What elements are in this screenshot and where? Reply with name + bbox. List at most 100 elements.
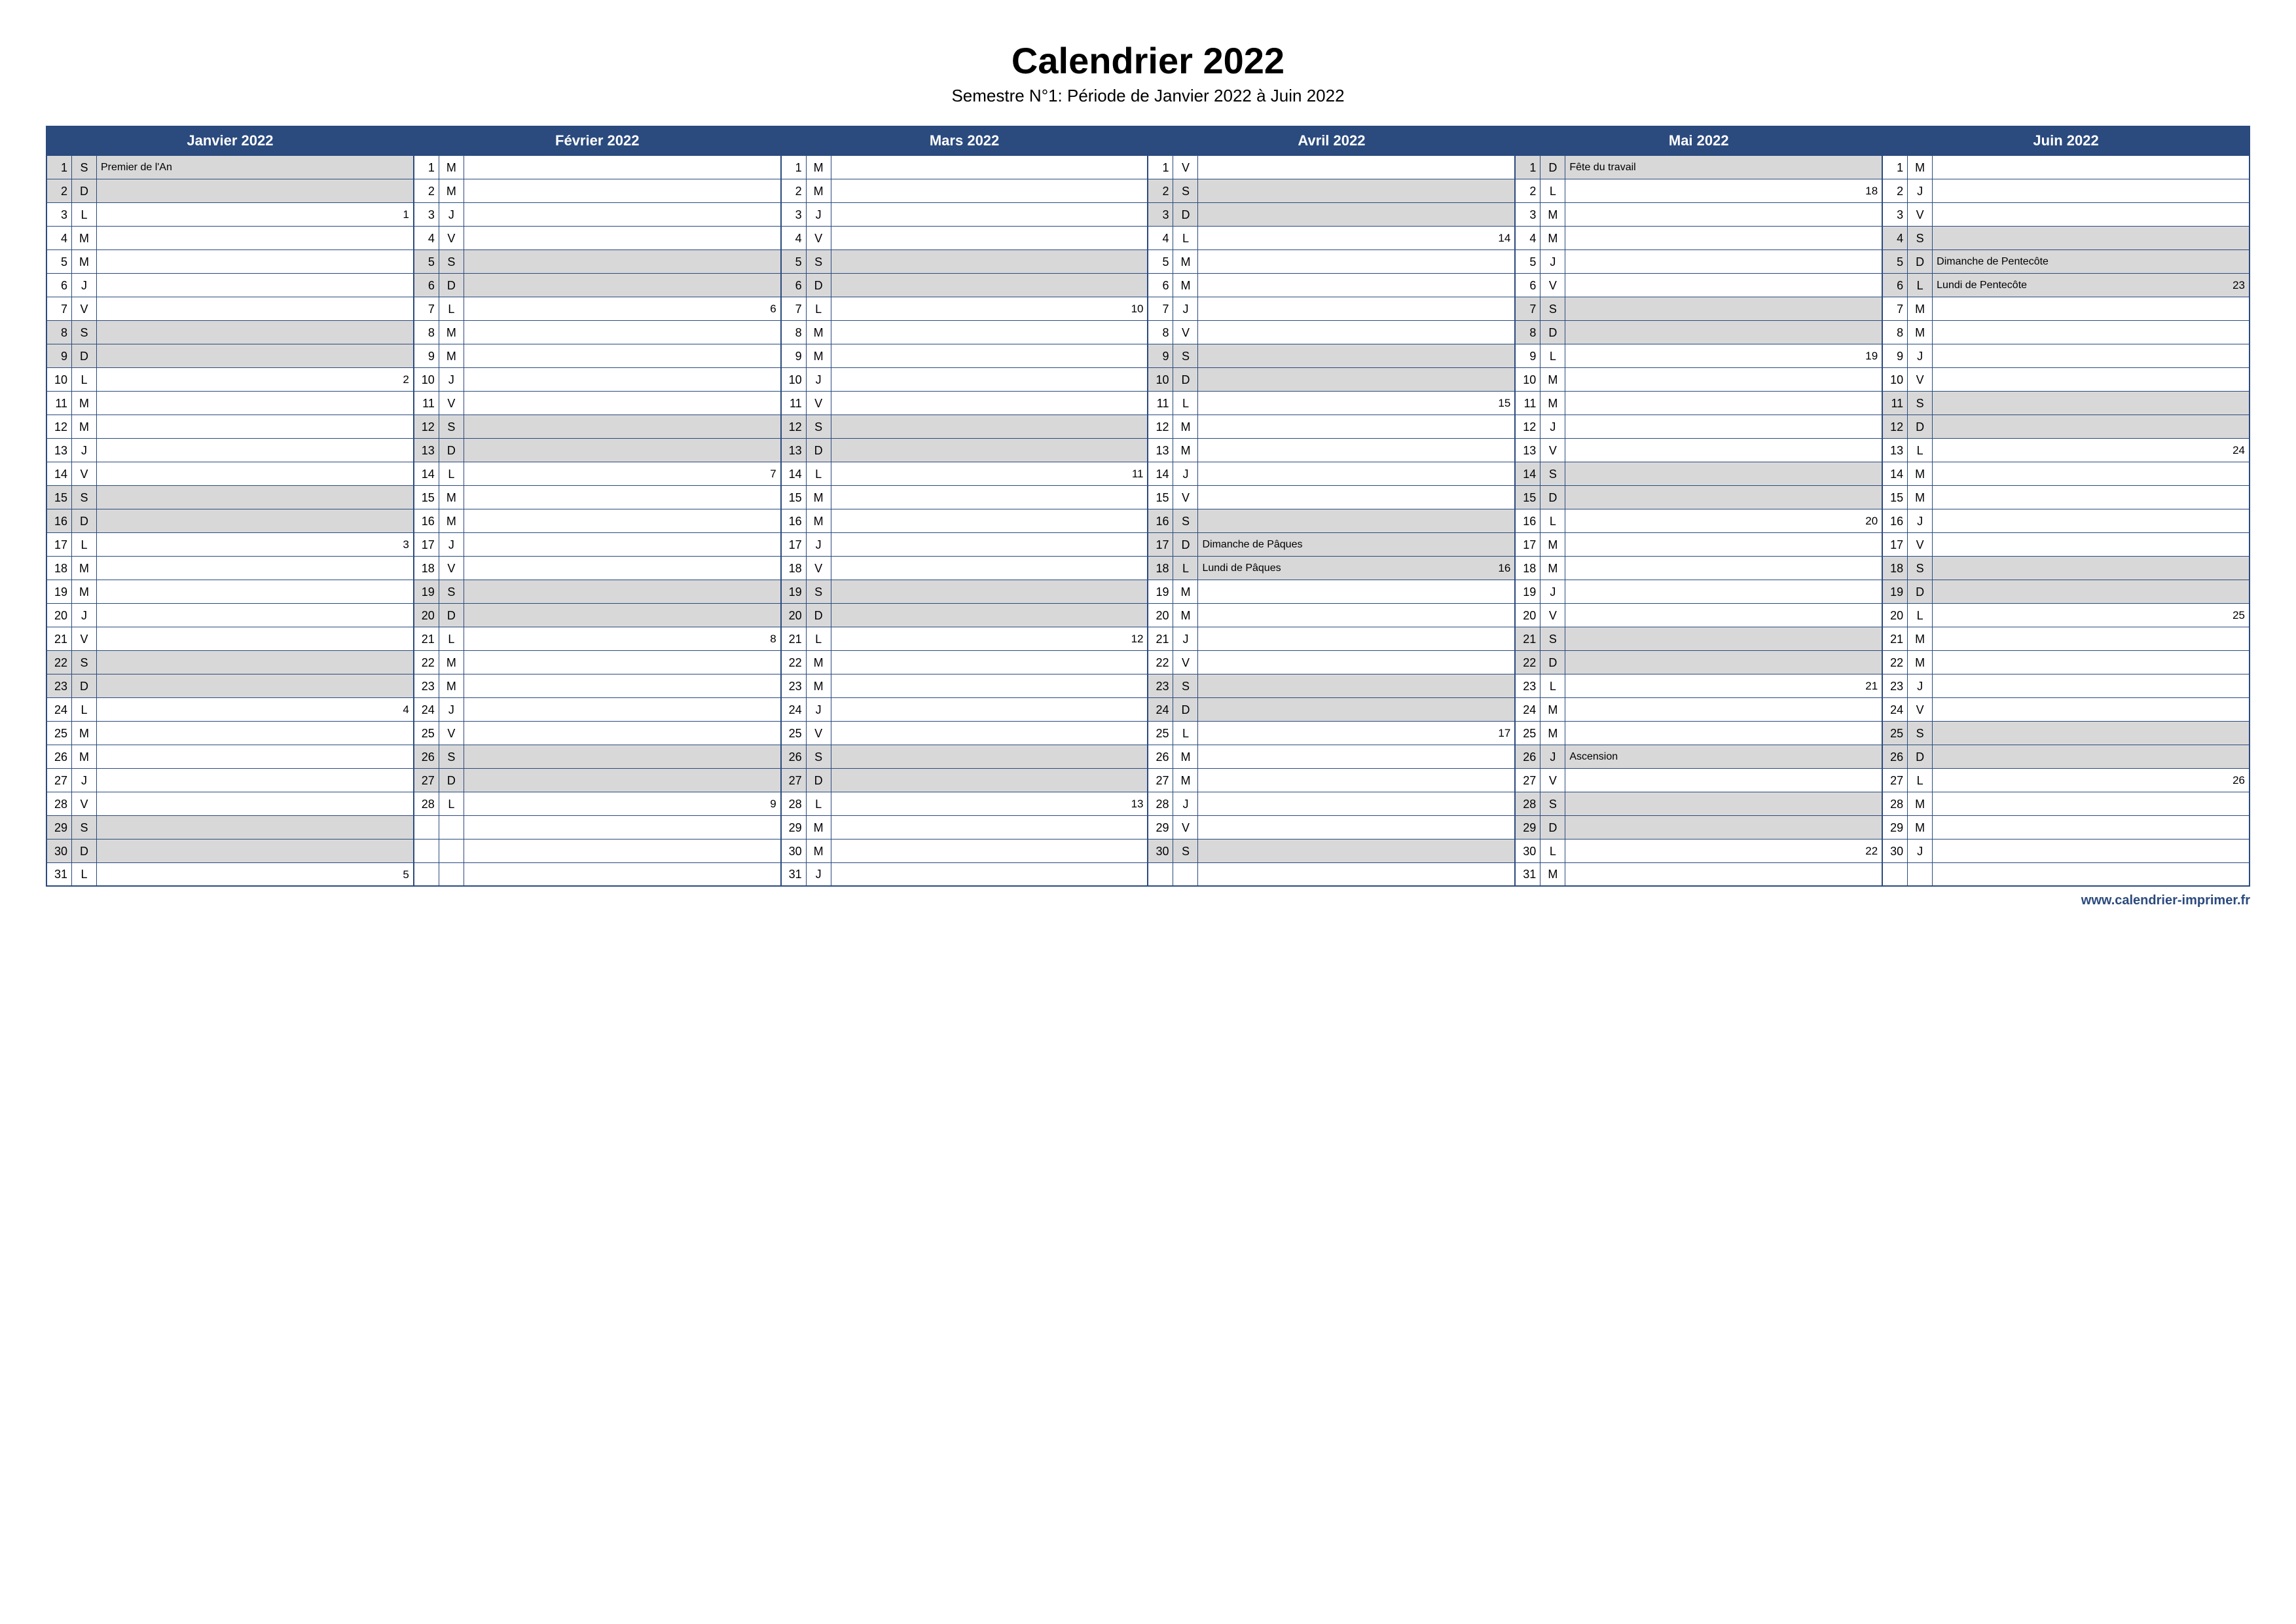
day-content (1198, 840, 1514, 862)
day-number: 19 (414, 580, 439, 603)
day-cell: 17M (1516, 533, 1883, 557)
day-content (831, 533, 1148, 556)
day-cell: 13D (782, 439, 1149, 462)
day-number: 18 (414, 557, 439, 580)
day-number (414, 840, 439, 862)
day-content (831, 274, 1148, 297)
day-cell: 28M (1883, 792, 2250, 816)
day-content (97, 580, 413, 603)
day-of-week: M (1540, 557, 1565, 580)
day-cell: 14M (1883, 462, 2250, 486)
day-cell: 23L21 (1516, 674, 1883, 698)
day-of-week: J (1908, 344, 1933, 367)
day-cell: 7L6 (414, 297, 782, 321)
day-of-week: S (1908, 392, 1933, 415)
day-of-week: M (807, 156, 831, 179)
day-number: 7 (1516, 297, 1540, 320)
day-cell: 29M (782, 816, 1149, 840)
day-number: 3 (414, 203, 439, 226)
day-number: 15 (414, 486, 439, 509)
day-cell: 28L13 (782, 792, 1149, 816)
day-content (831, 745, 1148, 768)
day-cell: 26M (47, 745, 414, 769)
day-cell: 29S (47, 816, 414, 840)
day-content: 9 (464, 792, 780, 815)
day-number: 17 (1148, 533, 1173, 556)
day-of-week: V (1908, 698, 1933, 721)
day-cell: 6D (414, 274, 782, 297)
day-content (831, 250, 1148, 273)
day-of-week: M (439, 674, 464, 697)
day-content (831, 698, 1148, 721)
day-number: 6 (414, 274, 439, 297)
day-cell: 14V (47, 462, 414, 486)
day-number: 18 (1148, 557, 1173, 580)
day-number: 3 (47, 203, 72, 226)
day-number: 10 (1148, 368, 1173, 391)
day-content (1198, 863, 1514, 885)
day-of-week: J (1540, 580, 1565, 603)
day-cell: 9J (1883, 344, 2250, 368)
day-number: 28 (1516, 792, 1540, 815)
day-number: 10 (414, 368, 439, 391)
day-content (1933, 745, 2249, 768)
day-cell: 10D (1148, 368, 1516, 392)
day-cell: 18V (782, 557, 1149, 580)
day-content (831, 769, 1148, 792)
day-content (1933, 840, 2249, 862)
day-of-week: D (439, 769, 464, 792)
day-cell: 2D (47, 179, 414, 203)
day-of-week: S (1908, 557, 1933, 580)
day-content (1565, 368, 1882, 391)
day-of-week: S (72, 321, 97, 344)
day-number: 20 (1883, 604, 1908, 627)
day-of-week: M (1540, 203, 1565, 226)
day-cell: 22M (414, 651, 782, 674)
day-number: 21 (782, 627, 807, 650)
day-content (1198, 674, 1514, 697)
day-of-week: S (1540, 627, 1565, 650)
day-number: 21 (414, 627, 439, 650)
day-cell: 28L9 (414, 792, 782, 816)
footer-link[interactable]: www.calendrier-imprimer.fr (46, 893, 2250, 908)
day-cell: 13M (1148, 439, 1516, 462)
day-content (831, 415, 1148, 438)
day-cell: 12S (782, 415, 1149, 439)
day-cell: 16D (47, 509, 414, 533)
day-content (831, 179, 1148, 202)
day-content (1933, 816, 2249, 839)
day-content (97, 840, 413, 862)
day-content: 12 (831, 627, 1148, 650)
day-of-week: M (439, 486, 464, 509)
day-number: 30 (47, 840, 72, 862)
day-cell: 12J (1516, 415, 1883, 439)
day-of-week: M (807, 509, 831, 532)
day-of-week: L (1908, 604, 1933, 627)
day-cell: 25M (1516, 722, 1883, 745)
day-content (1565, 462, 1882, 485)
day-of-week: D (1908, 580, 1933, 603)
day-of-week: M (72, 227, 97, 249)
day-cell: 25V (414, 722, 782, 745)
day-number (1883, 863, 1908, 885)
day-number: 29 (1148, 816, 1173, 839)
day-cell: 20D (414, 604, 782, 627)
day-number: 2 (1883, 179, 1908, 202)
day-of-week: J (1540, 415, 1565, 438)
day-cell: 28S (1516, 792, 1883, 816)
day-content (1933, 674, 2249, 697)
day-number: 8 (47, 321, 72, 344)
day-number: 22 (1883, 651, 1908, 674)
day-number: 8 (1883, 321, 1908, 344)
day-cell: 26JAscension (1516, 745, 1883, 769)
day-event: Ascension (1569, 752, 1618, 762)
day-content (831, 840, 1148, 862)
day-cell: 1M (1883, 156, 2250, 179)
day-number: 30 (782, 840, 807, 862)
page-title: Calendrier 2022 (46, 39, 2250, 82)
day-content (97, 179, 413, 202)
day-content (1933, 203, 2249, 226)
day-content: 15 (1198, 392, 1514, 415)
day-content (1933, 344, 2249, 367)
day-content (1933, 156, 2249, 179)
